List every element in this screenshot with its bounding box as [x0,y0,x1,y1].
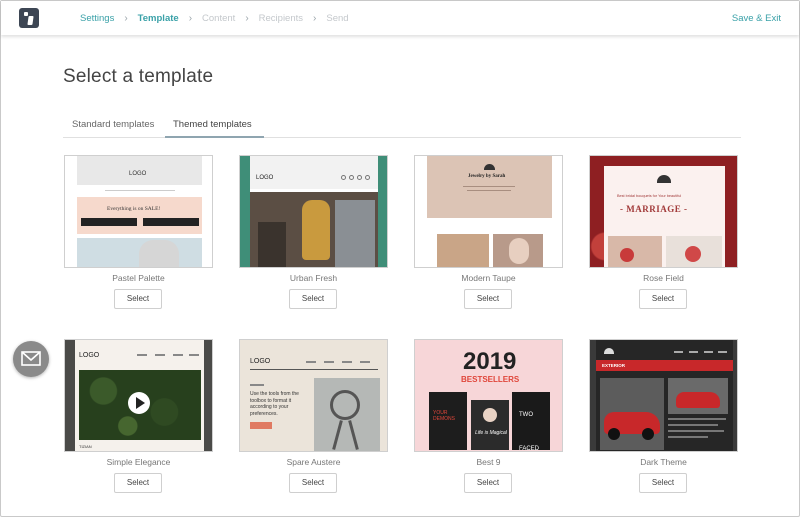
preview-headline: BESTSELLERS [461,375,520,384]
template-name: Rose Field [643,273,684,283]
wizard-steps: Settings › Template › Content › Recipien… [80,13,349,24]
template-thumbnail[interactable]: Jewelry by Sarah [414,155,563,268]
active-tab-indicator [165,136,264,138]
preview-year: 2019 [463,348,517,375]
preview-footer: TIZIAN [79,444,92,449]
chevron-right-icon: › [245,13,249,24]
preview-subtitle: Best bridal bouquets for Your beautiful [617,194,682,198]
template-thumbnail[interactable]: EXTERIOR [589,339,738,452]
envelope-icon [21,351,41,366]
step-recipients: Recipients [258,13,304,24]
template-thumbnail[interactable]: LOGO [239,155,388,268]
page-title: Select a template [63,66,214,87]
template-name: Simple Elegance [106,457,171,467]
select-button[interactable]: Select [464,289,512,309]
chevron-right-icon: › [313,13,317,24]
mail-fab-button[interactable] [13,341,49,377]
template-name: Urban Fresh [289,273,338,283]
step-send: Send [326,13,349,24]
template-thumbnail[interactable]: Best bridal bouquets for Your beautiful … [589,155,738,268]
save-exit-link[interactable]: Save & Exit [732,13,781,24]
top-bar: Settings › Template › Content › Recipien… [1,1,799,35]
template-thumbnail[interactable]: LOGO Everything is on SALE! [64,155,213,268]
template-name: Modern Taupe [461,273,516,283]
select-button[interactable]: Select [114,473,162,493]
template-name: Spare Austere [286,457,341,467]
preview-headline: Everything is on SALE! [107,206,161,212]
preview-body: Use the tools from the toolbox to format… [250,391,299,417]
preview-logo: LOGO [256,175,274,181]
select-button[interactable]: Select [464,473,512,493]
select-button[interactable]: Select [289,289,337,309]
preview-headline: - MARRIAGE - [620,204,688,214]
preview-logo: LOGO [79,352,100,359]
preview-book-1: YOUR DEMONS [433,410,455,422]
tab-standard-templates[interactable]: Standard templates [72,119,154,130]
select-button[interactable]: Select [639,473,687,493]
step-template[interactable]: Template [138,13,179,24]
tab-themed-templates[interactable]: Themed templates [173,119,252,130]
template-name: Pastel Palette [112,273,165,283]
template-thumbnail[interactable]: LOGO TIZIAN [64,339,213,452]
preview-brand: Jewelry by Sarah [468,174,506,179]
chevron-right-icon: › [124,13,128,24]
preview-logo: LOGO [129,171,147,177]
select-button[interactable]: Select [639,289,687,309]
select-button[interactable]: Select [114,289,162,309]
template-tabs: Standard templates Themed templates [63,114,741,138]
template-name: Dark Theme [640,457,687,467]
template-thumbnail[interactable]: LOGO Use the tools from the toolbox to f… [239,339,388,452]
preview-book-3: Life is Magical [475,430,507,436]
step-settings[interactable]: Settings [80,13,114,24]
step-content: Content [202,13,236,24]
preview-banner: EXTERIOR [602,363,626,368]
app-logo-icon[interactable] [19,8,39,28]
chevron-right-icon: › [188,13,193,24]
preview-logo: LOGO [250,358,271,365]
template-name: Best 9 [476,457,501,467]
select-button[interactable]: Select [289,473,337,493]
template-thumbnail[interactable]: 2019 BESTSELLERS YOUR DEMONS Life is Mag… [414,339,563,452]
preview-book-2: TWO FACED [519,412,540,452]
